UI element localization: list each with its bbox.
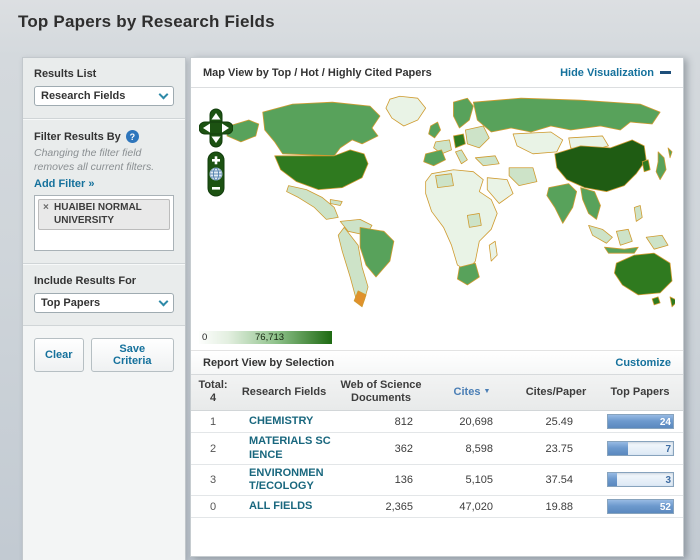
page: Top Papers by Research Fields Results Li… bbox=[0, 0, 700, 560]
include-results-selected: Top Papers bbox=[41, 297, 100, 309]
remove-filter-icon[interactable]: × bbox=[43, 202, 49, 215]
row-cites: 5,105 bbox=[429, 474, 515, 486]
country-japan bbox=[656, 152, 666, 180]
header-cites-per-paper[interactable]: Cites/Paper bbox=[515, 386, 597, 399]
country-india bbox=[547, 184, 577, 224]
report-header: Report View by Selection Customize bbox=[191, 351, 683, 375]
row-cites: 20,698 bbox=[429, 416, 515, 428]
pan-control-icon bbox=[199, 109, 233, 147]
sidebar: Results List Research Fields Filter Resu… bbox=[22, 57, 186, 560]
results-list-selected: Research Fields bbox=[41, 90, 125, 102]
table-row: 1 CHEMISTRY 812 20,698 25.49 24 bbox=[191, 411, 683, 433]
continent-africa bbox=[426, 170, 498, 271]
sort-arrow-icon: ▼ bbox=[484, 388, 491, 395]
field-link[interactable]: ALL FIELDS bbox=[235, 500, 333, 513]
table-row: 0 ALL FIELDS 2,365 47,020 19.88 52 bbox=[191, 496, 683, 518]
top-papers-bar: 3 bbox=[607, 472, 674, 487]
row-rank: 1 bbox=[191, 416, 235, 428]
country-south-africa bbox=[457, 263, 479, 285]
row-rank: 0 bbox=[191, 501, 235, 513]
zoom-control-icon bbox=[208, 152, 224, 196]
map-legend: 0 76,713 bbox=[199, 331, 332, 344]
hide-visualization-label: Hide Visualization bbox=[560, 67, 654, 79]
results-list-label: Results List bbox=[34, 68, 174, 80]
top-papers-bar-value: 52 bbox=[660, 500, 671, 515]
filter-label: Filter Results By bbox=[34, 131, 121, 143]
results-list-dropdown[interactable]: Research Fields bbox=[34, 86, 174, 106]
row-docs: 2,365 bbox=[333, 501, 429, 513]
chevron-down-icon bbox=[159, 90, 169, 100]
field-link[interactable]: CHEMISTRY bbox=[235, 415, 333, 428]
country-australia bbox=[614, 253, 672, 295]
filter-tag-label: HUAIBEI NORMAL UNIVERSITY bbox=[54, 202, 142, 226]
hide-visualization-link[interactable]: Hide Visualization bbox=[560, 67, 671, 79]
header-wos-documents[interactable]: Web of Science Documents bbox=[333, 379, 429, 405]
include-results-section: Include Results For Top Papers bbox=[23, 264, 185, 326]
row-docs: 136 bbox=[333, 474, 429, 486]
sidebar-bottom: Clear Save Criteria bbox=[23, 326, 185, 560]
filter-note: Changing the filter field removes all cu… bbox=[34, 147, 174, 174]
row-docs: 362 bbox=[333, 443, 429, 455]
report-title: Report View by Selection bbox=[203, 357, 334, 369]
top-papers-bar-value: 7 bbox=[665, 442, 671, 457]
top-papers-bar-fill bbox=[608, 442, 628, 455]
field-link[interactable]: ENVIRONMENT/ECOLOGY bbox=[235, 467, 333, 493]
row-rank: 3 bbox=[191, 474, 235, 486]
table-row: 2 MATERIALS SCIENCE 362 8,598 23.75 7 bbox=[191, 433, 683, 464]
results-list-section: Results List Research Fields bbox=[23, 58, 185, 119]
country-germany bbox=[453, 134, 465, 148]
row-cites: 8,598 bbox=[429, 443, 515, 455]
filter-listbox[interactable]: × HUAIBEI NORMAL UNIVERSITY bbox=[34, 195, 174, 251]
filter-tag[interactable]: × HUAIBEI NORMAL UNIVERSITY bbox=[38, 199, 170, 230]
top-papers-bar: 7 bbox=[607, 441, 674, 456]
field-link[interactable]: MATERIALS SCIENCE bbox=[235, 435, 333, 461]
include-results-label: Include Results For bbox=[34, 275, 174, 287]
save-criteria-button[interactable]: Save Criteria bbox=[91, 338, 174, 372]
top-papers-bar-value: 24 bbox=[660, 415, 671, 430]
country-usa bbox=[275, 150, 368, 190]
row-docs: 812 bbox=[333, 416, 429, 428]
table-header-row: Total: 4 Research Fields Web of Science … bbox=[191, 375, 683, 411]
world-choropleth-map[interactable] bbox=[223, 94, 675, 312]
header-research-fields[interactable]: Research Fields bbox=[235, 386, 333, 399]
chevron-down-icon bbox=[159, 297, 169, 307]
table-row: 3 ENVIRONMENT/ECOLOGY 136 5,105 37.54 3 bbox=[191, 465, 683, 496]
row-cites-per-paper: 23.75 bbox=[515, 443, 597, 455]
clear-button[interactable]: Clear bbox=[34, 338, 84, 372]
country-russia bbox=[473, 98, 660, 132]
header-top-papers[interactable]: Top Papers bbox=[597, 386, 683, 399]
country-brazil bbox=[360, 227, 394, 277]
top-papers-bar: 24 bbox=[607, 414, 674, 429]
top-papers-bar: 52 bbox=[607, 499, 674, 514]
filter-section: Filter Results By ? Changing the filter … bbox=[23, 119, 185, 264]
add-filter-link[interactable]: Add Filter » bbox=[34, 178, 95, 190]
country-uk bbox=[429, 122, 441, 138]
map-pan-zoom-controls[interactable] bbox=[199, 108, 233, 198]
minus-icon bbox=[660, 71, 671, 74]
legend-max-value: 76,713 bbox=[255, 332, 284, 343]
header-total: Total: 4 bbox=[191, 379, 235, 405]
top-papers-bar-value: 3 bbox=[665, 473, 671, 488]
map-area: 0 76,713 bbox=[191, 88, 683, 351]
legend-min-value: 0 bbox=[202, 332, 207, 343]
top-papers-bar-fill bbox=[608, 473, 617, 486]
help-icon[interactable]: ? bbox=[126, 130, 139, 143]
include-results-dropdown[interactable]: Top Papers bbox=[34, 293, 174, 313]
header-cites-sorted[interactable]: Cites ▼ bbox=[429, 386, 515, 399]
row-cites-per-paper: 37.54 bbox=[515, 474, 597, 486]
map-title: Map View by Top / Hot / Highly Cited Pap… bbox=[203, 67, 432, 79]
row-rank: 2 bbox=[191, 443, 235, 455]
page-title: Top Papers by Research Fields bbox=[18, 12, 275, 32]
country-greenland bbox=[386, 96, 426, 126]
map-header: Map View by Top / Hot / Highly Cited Pap… bbox=[191, 58, 683, 88]
row-cites-per-paper: 25.49 bbox=[515, 416, 597, 428]
main-panel: Map View by Top / Hot / Highly Cited Pap… bbox=[190, 57, 684, 557]
report-table-body: 1 CHEMISTRY 812 20,698 25.49 24 2 MATERI… bbox=[191, 411, 683, 518]
row-cites-per-paper: 19.88 bbox=[515, 501, 597, 513]
row-cites: 47,020 bbox=[429, 501, 515, 513]
country-canada bbox=[263, 102, 380, 156]
customize-link[interactable]: Customize bbox=[615, 357, 671, 369]
